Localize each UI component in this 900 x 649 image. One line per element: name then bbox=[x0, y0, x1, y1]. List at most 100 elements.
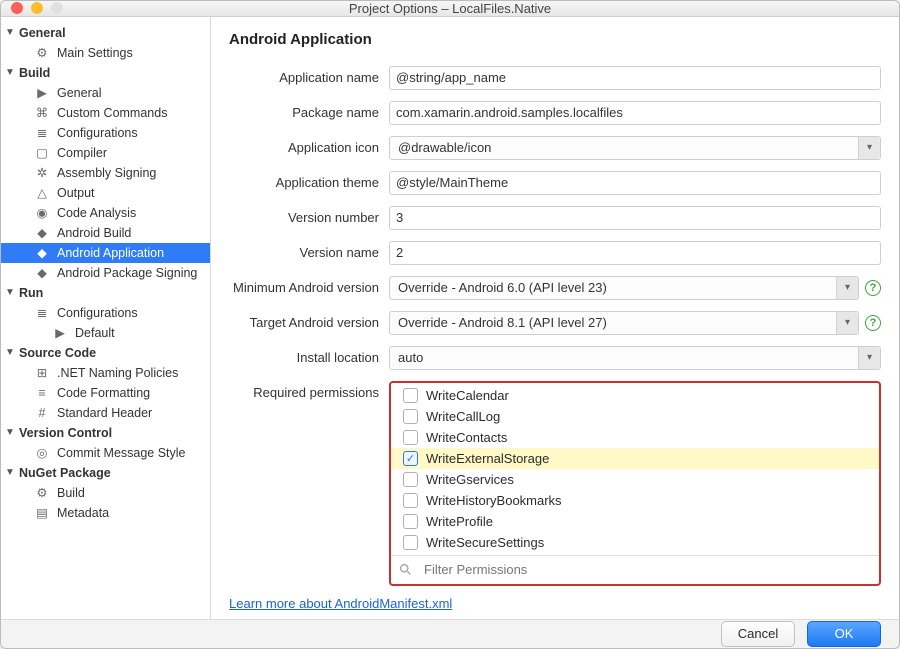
box-icon: ▢ bbox=[35, 146, 49, 160]
terminal-icon: ⌘ bbox=[35, 106, 49, 120]
application-theme-input[interactable] bbox=[389, 171, 881, 195]
chevron-down-icon: ▾ bbox=[836, 277, 858, 299]
application-icon-select[interactable]: @drawable/icon ▾ bbox=[389, 136, 881, 160]
install-location-label: Install location bbox=[211, 346, 389, 365]
sidebar-item-label: Android Application bbox=[57, 246, 164, 260]
checkbox-icon[interactable] bbox=[403, 472, 418, 487]
checkbox-icon[interactable]: ✓ bbox=[403, 451, 418, 466]
ok-button[interactable]: OK bbox=[807, 621, 881, 647]
version-number-input[interactable] bbox=[389, 206, 881, 230]
sidebar-category[interactable]: ▼Version Control bbox=[1, 423, 210, 443]
disclose-icon: ▼ bbox=[5, 67, 17, 78]
sidebar-category[interactable]: ▼Source Code bbox=[1, 343, 210, 363]
sidebar-item[interactable]: ▶General bbox=[1, 83, 210, 103]
application-theme-label: Application theme bbox=[211, 171, 389, 190]
format-icon: ≡ bbox=[35, 386, 49, 400]
key-icon: ✲ bbox=[35, 166, 49, 180]
help-icon[interactable]: ? bbox=[865, 315, 881, 331]
application-icon-label: Application icon bbox=[211, 136, 389, 155]
sidebar-item-label: Metadata bbox=[57, 506, 109, 520]
android-icon: ◆ bbox=[35, 226, 49, 240]
sidebar-category-label: Run bbox=[19, 286, 43, 300]
learn-more-link[interactable]: Learn more about AndroidManifest.xml bbox=[211, 590, 452, 611]
sidebar-item-label: General bbox=[57, 86, 101, 100]
play-icon: ▶ bbox=[53, 326, 67, 340]
sidebar-item-label: Build bbox=[57, 486, 85, 500]
sidebar-item[interactable]: ◆Android Application bbox=[1, 243, 210, 263]
button-bar: Cancel OK bbox=[1, 619, 899, 648]
sidebar-item[interactable]: △Output bbox=[1, 183, 210, 203]
sidebar-category-label: Source Code bbox=[19, 346, 96, 360]
sidebar-item[interactable]: #Standard Header bbox=[1, 403, 210, 423]
sidebar-category-label: NuGet Package bbox=[19, 466, 111, 480]
permission-item[interactable]: WriteProfile bbox=[391, 511, 879, 532]
disclose-icon: ▼ bbox=[5, 427, 17, 438]
sidebar-item[interactable]: ▢Compiler bbox=[1, 143, 210, 163]
gear-icon: ⚙ bbox=[35, 46, 49, 60]
permission-label: WriteCalendar bbox=[426, 388, 509, 403]
permissions-box: WriteCalendarWriteCallLogWriteContacts✓W… bbox=[389, 381, 881, 586]
commit-icon: ◎ bbox=[35, 446, 49, 460]
permissions-filter-input[interactable] bbox=[418, 559, 871, 581]
sidebar-item[interactable]: ⌘ Custom Commands bbox=[1, 103, 210, 123]
disclose-icon: ▼ bbox=[5, 287, 17, 298]
content-panel: Android Application Application name Pac… bbox=[211, 17, 899, 619]
gear-icon: ⚙ bbox=[35, 486, 49, 500]
sidebar-item[interactable]: ⊞.NET Naming Policies bbox=[1, 363, 210, 383]
sidebar-item[interactable]: ≡Code Formatting bbox=[1, 383, 210, 403]
sidebar-item[interactable]: ⚙ Build bbox=[1, 483, 210, 503]
sidebar-category[interactable]: ▼Run bbox=[1, 283, 210, 303]
install-location-select[interactable]: auto ▾ bbox=[389, 346, 881, 370]
permission-label: WriteProfile bbox=[426, 514, 493, 529]
help-icon[interactable]: ? bbox=[865, 280, 881, 296]
window-title: Project Options – LocalFiles.Native bbox=[1, 1, 899, 16]
chevron-down-icon: ▾ bbox=[858, 347, 880, 369]
sidebar-item-label: Assembly Signing bbox=[57, 166, 156, 180]
sidebar-item[interactable]: ✲ Assembly Signing bbox=[1, 163, 210, 183]
sidebar-item[interactable]: ◉Code Analysis bbox=[1, 203, 210, 223]
package-name-input[interactable] bbox=[389, 101, 881, 125]
sidebar-item[interactable]: ◎ Commit Message Style bbox=[1, 443, 210, 463]
target-android-select[interactable]: Override - Android 8.1 (API level 27) ▾ bbox=[389, 311, 859, 335]
checkbox-icon[interactable] bbox=[403, 430, 418, 445]
sidebar-item[interactable]: ≣Configurations bbox=[1, 123, 210, 143]
application-name-input[interactable] bbox=[389, 66, 881, 90]
version-name-input[interactable] bbox=[389, 241, 881, 265]
sidebar-item-label: Commit Message Style bbox=[57, 446, 186, 460]
permission-item[interactable]: WriteHistoryBookmarks bbox=[391, 490, 879, 511]
required-permissions-label: Required permissions bbox=[211, 381, 389, 400]
sidebar-subitem[interactable]: ▶Default bbox=[1, 323, 210, 343]
sidebar-item-label: Standard Header bbox=[57, 406, 152, 420]
checkbox-icon[interactable] bbox=[403, 388, 418, 403]
application-name-label: Application name bbox=[211, 66, 389, 85]
cancel-button[interactable]: Cancel bbox=[721, 621, 795, 647]
permission-item[interactable]: ✓WriteExternalStorage bbox=[391, 448, 879, 469]
sidebar-category[interactable]: ▼General bbox=[1, 23, 210, 43]
version-name-label: Version name bbox=[211, 241, 389, 260]
list-icon: ≣ bbox=[35, 126, 49, 140]
sidebar-item-label: Custom Commands bbox=[57, 106, 167, 120]
checkbox-icon[interactable] bbox=[403, 409, 418, 424]
permission-item[interactable]: WriteCallLog bbox=[391, 406, 879, 427]
permission-item[interactable]: WriteGservices bbox=[391, 469, 879, 490]
sidebar-item-label: Main Settings bbox=[57, 46, 133, 60]
sidebar-item[interactable]: ◆Android Package Signing bbox=[1, 263, 210, 283]
permissions-list[interactable]: WriteCalendarWriteCallLogWriteContacts✓W… bbox=[391, 383, 879, 555]
sidebar-item[interactable]: ◆Android Build bbox=[1, 223, 210, 243]
sidebar-item[interactable]: ≣Configurations bbox=[1, 303, 210, 323]
min-android-select[interactable]: Override - Android 6.0 (API level 23) ▾ bbox=[389, 276, 859, 300]
permission-item[interactable]: WriteSecureSettings bbox=[391, 532, 879, 553]
permission-item[interactable]: WriteContacts bbox=[391, 427, 879, 448]
android-icon: ◆ bbox=[35, 266, 49, 280]
sidebar-item[interactable]: ▤Metadata bbox=[1, 503, 210, 523]
checkbox-icon[interactable] bbox=[403, 535, 418, 550]
permission-item[interactable]: WriteCalendar bbox=[391, 385, 879, 406]
sidebar-category[interactable]: ▼Build bbox=[1, 63, 210, 83]
sidebar-category[interactable]: ▼NuGet Package bbox=[1, 463, 210, 483]
checkbox-icon[interactable] bbox=[403, 514, 418, 529]
permission-label: WriteSecureSettings bbox=[426, 535, 544, 550]
checkbox-icon[interactable] bbox=[403, 493, 418, 508]
sidebar-item-label: Output bbox=[57, 186, 95, 200]
sidebar[interactable]: ▼General⚙Main Settings▼Build▶General⌘Cus… bbox=[1, 17, 211, 619]
sidebar-item[interactable]: ⚙ Main Settings bbox=[1, 43, 210, 63]
